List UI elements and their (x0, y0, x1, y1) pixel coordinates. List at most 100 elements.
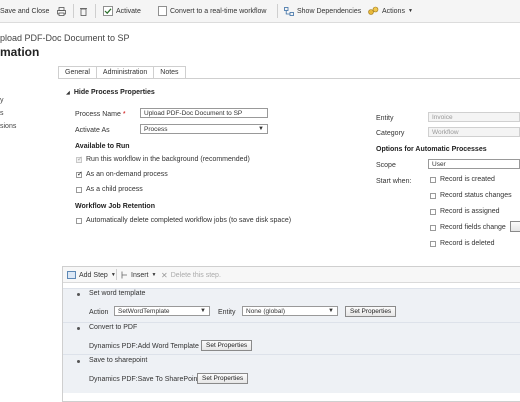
actions-icon (368, 6, 379, 15)
tab-divider (58, 78, 520, 79)
properties-section-title: Hide Process Properties (73, 89, 155, 96)
record-assigned-label: Record is assigned (440, 208, 500, 215)
action-value: SetWordTemplate (118, 308, 170, 315)
convert-icon (158, 6, 167, 16)
step-entity-value: None (global) (246, 308, 286, 315)
toolbar-separator (95, 4, 96, 18)
steps-toolbar: Add Step ▼ Insert ▼ ✕ Delete this step. (63, 267, 520, 283)
select-fields-button[interactable] (510, 221, 520, 232)
collapse-triangle-icon: ◢ (66, 89, 70, 96)
scope-select[interactable]: User (428, 159, 520, 169)
process-name-input[interactable]: Upload PDF-Doc Document to SP (140, 108, 268, 118)
category-field: Workflow (428, 127, 520, 137)
on-demand-checkbox[interactable] (76, 170, 83, 178)
on-demand-label: As an on-demand process (86, 171, 168, 178)
step-title[interactable]: Convert to PDF (89, 324, 137, 331)
convert-label: Convert to a real-time workflow (170, 7, 267, 15)
tab-notes[interactable]: Notes (153, 66, 186, 78)
job-retention-title: Workflow Job Retention (75, 203, 155, 210)
record-created-checkbox[interactable] (430, 177, 436, 183)
step-title[interactable]: Save to sharepoint (89, 357, 147, 364)
dependencies-icon (284, 6, 294, 16)
hide-properties-toggle[interactable]: ◢ Hide Process Properties (66, 89, 155, 96)
nav-item[interactable]: s (0, 110, 4, 117)
actions-label: Actions (382, 7, 405, 15)
page-title: mation (0, 45, 40, 59)
record-fields-checkbox[interactable] (430, 225, 436, 231)
child-process-label: As a child process (86, 186, 143, 193)
tab-strip: General Administration Notes (58, 66, 186, 78)
show-dependencies-button[interactable]: Show Dependencies (284, 5, 361, 17)
start-when-label: Start when: (376, 178, 412, 185)
entity-field: Invoice (428, 112, 520, 122)
insert-label: Insert (131, 271, 149, 279)
add-step-button[interactable]: Add Step ▼ (67, 269, 116, 281)
activate-as-value: Process (144, 126, 168, 133)
chevron-down-icon: ▼ (407, 8, 413, 14)
record-deleted-label: Record is deleted (440, 240, 495, 247)
toolbar-separator (277, 4, 278, 18)
entity-label: Entity (376, 115, 394, 122)
step-bullet-icon (77, 327, 80, 330)
scope-value: User (432, 161, 446, 168)
command-bar: Save and Close Activate Convert to a rea… (0, 0, 520, 23)
dropdown-arrow-icon: ▼ (200, 308, 206, 314)
record-deleted-checkbox[interactable] (430, 241, 436, 247)
automatic-options-title: Options for Automatic Processes (376, 146, 487, 153)
toolbar-separator (116, 269, 117, 280)
dropdown-arrow-icon: ▼ (258, 126, 264, 132)
print-icon (57, 6, 66, 16)
show-dependencies-label: Show Dependencies (297, 7, 362, 15)
record-fields-label: Record fields change (440, 224, 506, 231)
save-and-close-button[interactable]: Save and Close (0, 5, 49, 17)
delete-button[interactable] (80, 5, 87, 17)
record-status-label: Record status changes (440, 192, 512, 199)
auto-delete-checkbox[interactable] (76, 218, 82, 224)
activate-button[interactable]: Activate (103, 5, 141, 17)
delete-step-button[interactable]: ✕ Delete this step. (161, 269, 221, 281)
set-properties-button[interactable]: Set Properties (201, 340, 253, 351)
activate-check-icon (103, 6, 113, 16)
toolbar-separator (73, 4, 74, 18)
record-assigned-checkbox[interactable] (430, 209, 436, 215)
tab-general[interactable]: General (58, 66, 97, 78)
step-entity-label: Entity (218, 309, 236, 316)
print-button[interactable] (57, 5, 66, 17)
run-background-checkbox[interactable] (76, 155, 83, 163)
auto-delete-label: Automatically delete completed workflow … (86, 217, 292, 224)
nav-item[interactable]: sions (0, 123, 16, 130)
record-status-checkbox[interactable] (430, 193, 436, 199)
record-created-label: Record is created (440, 176, 495, 183)
add-step-icon (67, 271, 76, 279)
tab-administration[interactable]: Administration (95, 66, 155, 78)
category-label: Category (376, 130, 405, 137)
process-name-label-text: Process Name (75, 111, 121, 118)
step-bullet-icon (77, 360, 80, 363)
delete-x-icon: ✕ (161, 270, 168, 280)
scope-label: Scope (376, 162, 396, 169)
dropdown-arrow-icon: ▼ (328, 308, 334, 314)
activate-as-label: Activate As (75, 127, 110, 134)
delete-step-label: Delete this step. (170, 271, 221, 279)
record-subtitle: pload PDF-Doc Document to SP (0, 33, 130, 43)
run-background-label: Run this workflow in the background (rec… (86, 156, 250, 163)
nav-item[interactable]: y (0, 97, 4, 104)
activate-label: Activate (116, 7, 141, 15)
trash-icon (80, 7, 87, 16)
available-to-run-title: Available to Run (75, 143, 130, 150)
actions-menu-button[interactable]: Actions ▼ (368, 5, 413, 17)
child-process-checkbox[interactable] (76, 187, 82, 193)
set-properties-button[interactable]: Set Properties (197, 373, 249, 384)
insert-button[interactable]: Insert ▼ (121, 269, 156, 281)
step-action-detail: Dynamics PDF:Save To SharePoint (89, 376, 200, 383)
action-label: Action (89, 309, 109, 316)
convert-realtime-button[interactable]: Convert to a real-time workflow (158, 5, 266, 17)
step-bullet-icon (77, 293, 80, 296)
chevron-down-icon: ▼ (151, 272, 157, 278)
action-select[interactable]: SetWordTemplate ▼ (114, 306, 210, 316)
step-entity-select[interactable]: None (global) ▼ (242, 306, 338, 316)
step-title[interactable]: Set word template (89, 290, 145, 297)
activate-as-select[interactable]: Process ▼ (140, 124, 268, 134)
insert-icon (121, 271, 127, 279)
set-properties-button[interactable]: Set Properties (345, 306, 397, 317)
